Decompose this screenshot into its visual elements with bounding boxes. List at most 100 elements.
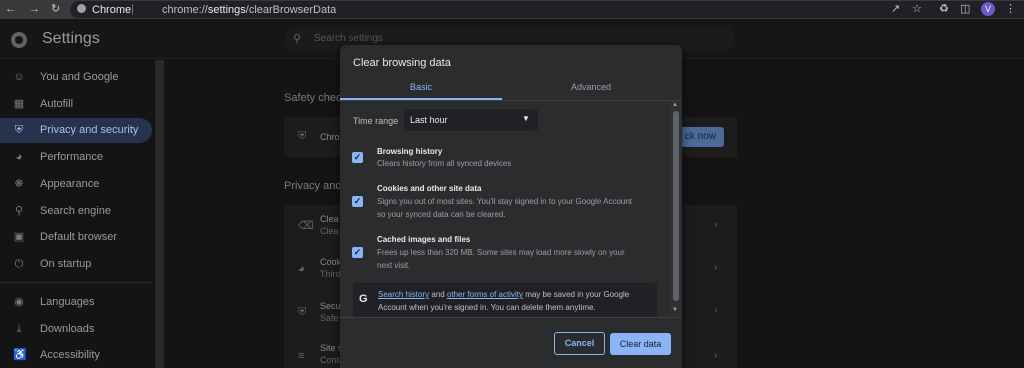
extensions-icon[interactable]: ♻ — [939, 2, 949, 16]
safety-check-title: Safety check — [284, 92, 347, 104]
safety-row-text: Chro — [320, 132, 340, 142]
option-title: Browsing history — [377, 147, 443, 156]
sidebar-item-label: On startup — [40, 258, 92, 270]
note-line-1: Search history and other forms of activi… — [378, 290, 629, 299]
dialog-title: Clear browsing data — [353, 57, 451, 69]
chevron-right-icon[interactable]: › — [714, 262, 717, 273]
speedometer-icon: ◕ — [15, 151, 23, 163]
row-title: Clea — [320, 214, 339, 224]
other-activity-link[interactable]: other forms of activity — [447, 290, 523, 299]
cookies-checkbox[interactable]: ✓ — [352, 196, 363, 207]
time-range-label: Time range — [353, 116, 399, 126]
tabs-divider — [340, 100, 682, 101]
sidebar-item-label: Search engine — [40, 205, 111, 217]
option-title: Cached images and files — [377, 235, 471, 244]
sidebar: ☺ You and Google ▦ Autofill ⛨ Privacy an… — [0, 60, 155, 368]
side-panel-icon[interactable]: ◫ — [960, 2, 970, 16]
share-icon[interactable]: ↗ — [891, 2, 900, 16]
option-description: Clears history from all synced devices — [377, 159, 512, 168]
option-title: Cookies and other site data — [377, 184, 482, 193]
sidebar-divider — [0, 282, 152, 283]
shield-icon: ⛨ — [14, 124, 24, 136]
sidebar-item-label: Accessibility — [40, 349, 100, 361]
time-range-value: Last hour — [410, 115, 448, 125]
check-now-button[interactable]: ck now — [676, 127, 724, 147]
note-text: and — [429, 290, 447, 299]
sidebar-item-privacy[interactable]: ⛨ Privacy and security — [0, 118, 152, 143]
reload-icon[interactable]: ↻ — [51, 2, 60, 16]
sidebar-item-label: Default browser — [40, 231, 118, 243]
person-icon: ☺ — [13, 71, 25, 83]
sidebar-item-autofill[interactable]: ▦ Autofill — [0, 92, 152, 117]
browsing-history-checkbox[interactable]: ✓ — [352, 152, 363, 163]
google-account-note: G Search history and other forms of acti… — [353, 283, 657, 317]
bookmark-star-icon[interactable]: ☆ — [912, 2, 922, 16]
sidebar-item-default-browser[interactable]: ▣ Default browser — [0, 225, 152, 250]
globe-icon: ◉ — [14, 296, 24, 308]
search-icon: ⚲ — [14, 205, 24, 217]
forward-icon[interactable]: → — [29, 2, 40, 16]
cookie-icon: ◕ — [298, 263, 305, 275]
caret-down-icon: ▼ — [522, 114, 530, 123]
row-subtitle: Contr — [320, 355, 343, 365]
security-shield-icon: ⛨ — [298, 306, 307, 318]
trash-icon: ⌫ — [298, 220, 314, 232]
sidebar-item-label: Performance — [40, 151, 103, 163]
site-label: Chrome — [92, 4, 132, 16]
search-placeholder: Search settings — [314, 33, 383, 44]
chevron-right-icon[interactable]: › — [714, 305, 717, 316]
menu-icon[interactable]: ⋮ — [1005, 2, 1016, 16]
scroll-up-icon[interactable]: ▲ — [672, 102, 678, 108]
separator: | — [131, 3, 134, 15]
clear-data-button[interactable]: Clear data — [610, 333, 671, 355]
option-description-2: next visit. — [377, 261, 411, 270]
scroll-down-icon[interactable]: ▼ — [672, 307, 678, 313]
search-icon: ⚲ — [293, 33, 302, 45]
chevron-right-icon[interactable]: › — [714, 350, 717, 361]
dialog-scrollbar-thumb[interactable] — [673, 111, 679, 301]
sidebar-item-label: Privacy and security — [40, 124, 139, 136]
autofill-icon: ▦ — [13, 98, 25, 110]
avatar[interactable]: V — [981, 2, 995, 16]
time-range-select[interactable]: Last hour ▼ — [404, 109, 538, 131]
cancel-button[interactable]: Cancel — [554, 332, 605, 355]
option-description-2: so your synced data can be cleared. — [377, 210, 506, 219]
chevron-right-icon[interactable]: › — [714, 219, 717, 230]
note-text: may be saved in your Google — [522, 290, 630, 299]
sidebar-item-languages[interactable]: ◉ Languages — [0, 290, 152, 315]
sidebar-item-search-engine[interactable]: ⚲ Search engine — [0, 199, 152, 224]
sidebar-item-on-startup[interactable]: ⏻ On startup — [0, 252, 152, 277]
row-title: Cook — [320, 257, 342, 267]
address-bar[interactable]: Chrome | chrome://settings/clearBrowserD… — [70, 1, 1024, 18]
search-history-link[interactable]: Search history — [378, 290, 429, 299]
download-icon: ⤓ — [16, 323, 22, 335]
option-description: Signs you out of most sites. You'll stay… — [377, 197, 633, 206]
browser-icon: ▣ — [13, 231, 25, 243]
sidebar-item-label: You and Google — [40, 71, 119, 83]
sidebar-scrollbar[interactable] — [155, 60, 164, 368]
tab-advanced[interactable]: Advanced — [510, 82, 672, 100]
sliders-icon: ≡ — [298, 350, 305, 362]
footer-divider — [340, 317, 682, 318]
cached-files-checkbox[interactable]: ✓ — [352, 247, 363, 258]
google-g-icon: G — [359, 293, 368, 305]
accessibility-icon: ♿ — [13, 349, 27, 361]
clear-browsing-data-dialog: Clear browsing data Basic Advanced Time … — [340, 45, 682, 368]
sidebar-item-label: Appearance — [40, 178, 100, 190]
row-subtitle: Third — [320, 269, 341, 279]
sidebar-item-accessibility[interactable]: ♿ Accessibility — [0, 343, 152, 368]
sidebar-item-label: Downloads — [40, 323, 95, 335]
chrome-site-icon — [77, 4, 86, 13]
sidebar-item-appearance[interactable]: ❋ Appearance — [0, 172, 152, 197]
shield-icon: ⛨ — [298, 130, 307, 142]
note-line-2: Account when you're signed in. You can d… — [378, 303, 596, 312]
sidebar-item-you-and-google[interactable]: ☺ You and Google — [0, 65, 152, 90]
sidebar-item-label: Autofill — [40, 98, 74, 110]
option-description: Frees up less than 320 MB. Some sites ma… — [377, 248, 625, 257]
url-text: chrome://settings/clearBrowserData — [162, 4, 337, 16]
sidebar-item-downloads[interactable]: ⤓ Downloads — [0, 317, 152, 342]
row-title: Secu — [320, 301, 341, 311]
back-icon[interactable]: ← — [5, 2, 16, 16]
sidebar-item-performance[interactable]: ◕ Performance — [0, 145, 152, 170]
palette-icon: ❋ — [14, 178, 24, 190]
